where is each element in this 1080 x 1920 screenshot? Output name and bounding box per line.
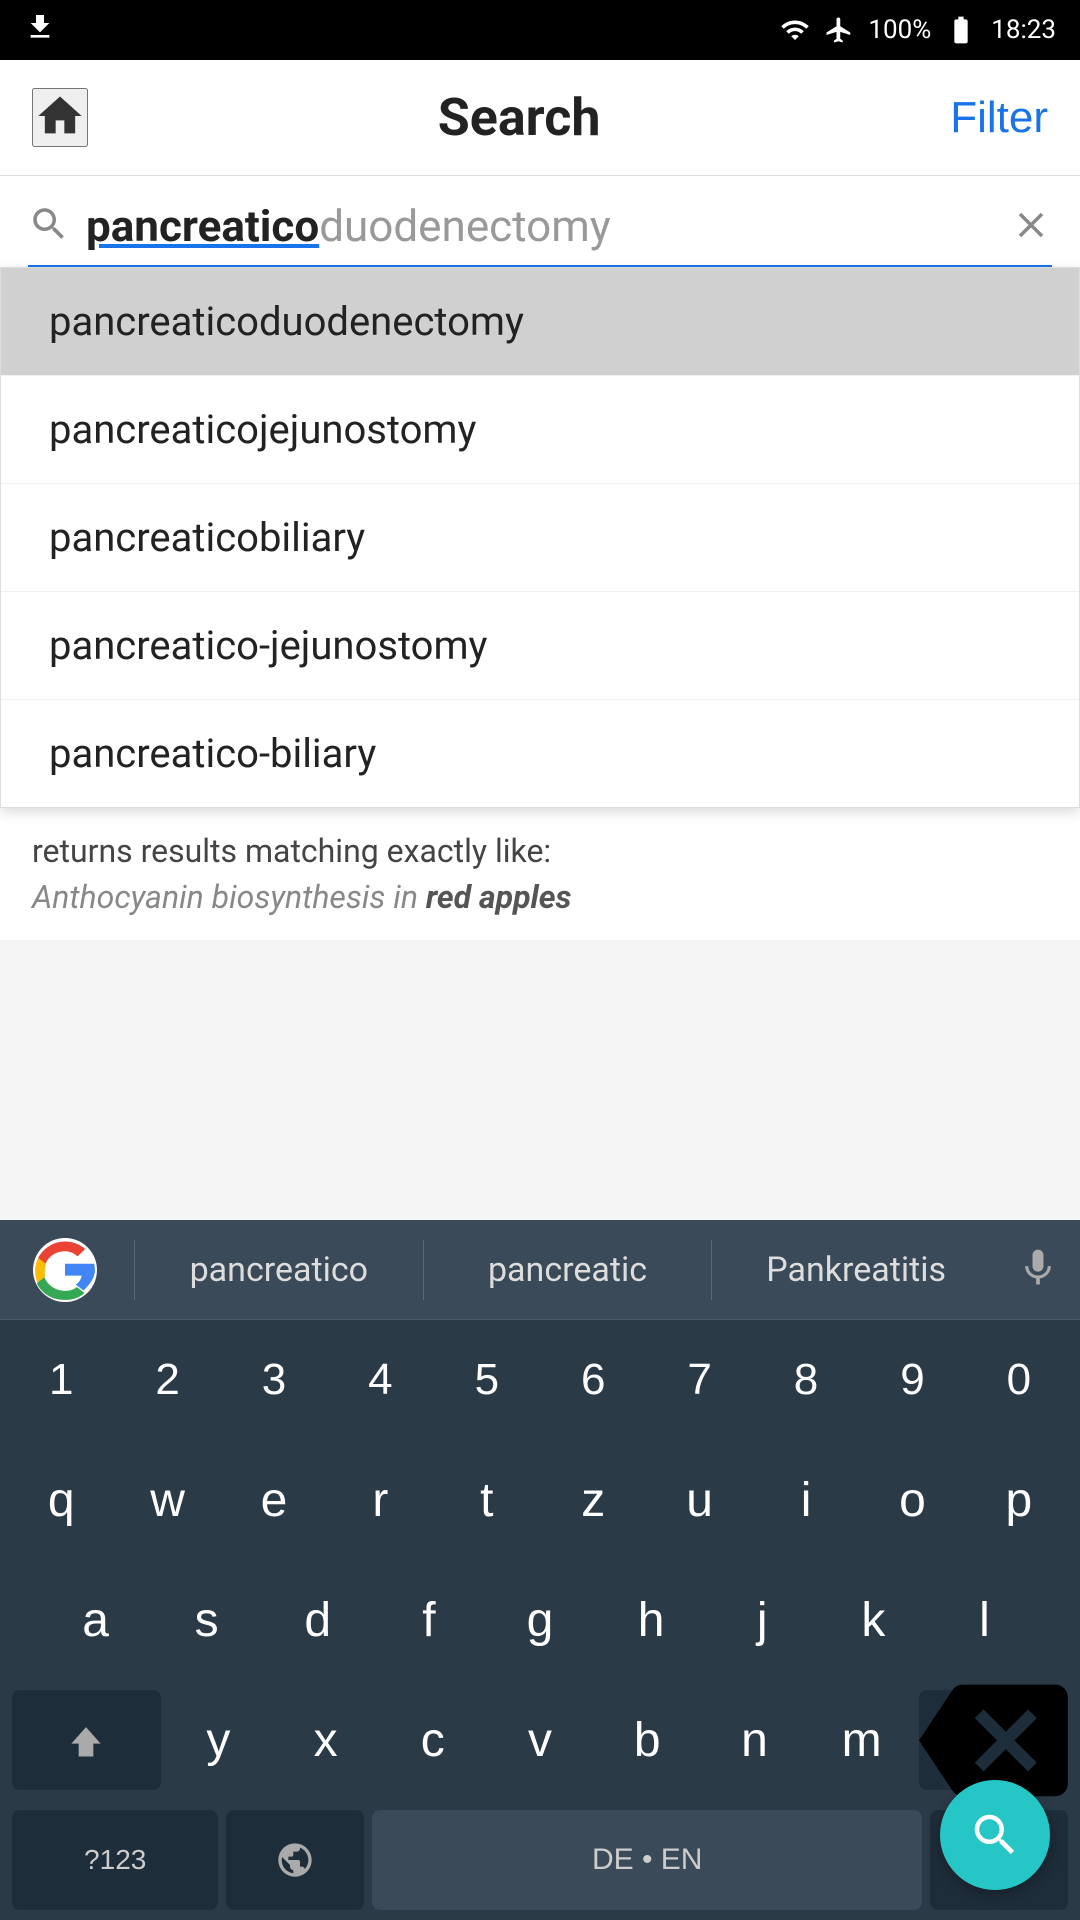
key-f[interactable]: f	[377, 1570, 480, 1670]
autocomplete-item[interactable]: pancreatico-jejunostomy	[1, 592, 1079, 700]
autocomplete-dropdown: pancreaticoduodenectomy pancreaticojejun…	[0, 267, 1080, 808]
battery-text: 100%	[868, 15, 931, 45]
google-logo	[20, 1225, 110, 1315]
suggestion-3[interactable]: Pankreatitis	[716, 1250, 996, 1290]
google-g-icon	[33, 1238, 97, 1302]
exact-match-description: returns results matching exactly like:	[32, 832, 551, 870]
key-5[interactable]: 5	[438, 1330, 536, 1430]
search-fab-icon	[968, 1808, 1022, 1862]
search-area: pancreaticoduodenectomy	[0, 176, 1080, 267]
search-icon-wrap	[28, 203, 70, 249]
home-button[interactable]	[32, 88, 88, 147]
key-u[interactable]: u	[650, 1450, 748, 1550]
page-title: Search	[438, 87, 601, 148]
key-v[interactable]: v	[490, 1690, 589, 1790]
key-9[interactable]: 9	[863, 1330, 961, 1430]
keyboard: pancreatico pancreatic Pankreatitis 1 2 …	[0, 1220, 1080, 1920]
key-m[interactable]: m	[812, 1690, 911, 1790]
search-icon	[28, 203, 70, 245]
suggestion-divider	[423, 1240, 424, 1300]
key-n[interactable]: n	[705, 1690, 804, 1790]
download-icon	[24, 11, 56, 50]
key-w[interactable]: w	[118, 1450, 216, 1550]
keyboard-row-1: q w e r t z u i o p	[0, 1440, 1080, 1560]
status-bar-left	[24, 11, 56, 50]
autocomplete-item[interactable]: pancreaticojejunostomy	[1, 376, 1079, 484]
keyboard-row-2: a s d f g h j k l	[0, 1560, 1080, 1680]
keyboard-row-4: ?123 DE • EN .	[0, 1800, 1080, 1920]
search-placeholder-text: duodenectomy	[319, 200, 610, 252]
key-l[interactable]: l	[933, 1570, 1036, 1670]
airplane-icon	[824, 15, 854, 45]
key-c[interactable]: c	[383, 1690, 482, 1790]
key-a[interactable]: a	[44, 1570, 147, 1670]
key-j[interactable]: j	[711, 1570, 814, 1670]
symbols-key[interactable]: ?123	[12, 1810, 218, 1910]
space-key[interactable]: DE • EN	[372, 1810, 922, 1910]
autocomplete-item[interactable]: pancreaticoduodenectomy	[1, 268, 1079, 376]
key-0[interactable]: 0	[970, 1330, 1068, 1430]
key-8[interactable]: 8	[757, 1330, 855, 1430]
wifi-icon	[780, 15, 810, 45]
key-t[interactable]: t	[438, 1450, 536, 1550]
key-z[interactable]: z	[544, 1450, 642, 1550]
number-row: 1 2 3 4 5 6 7 8 9 0	[0, 1320, 1080, 1440]
key-q[interactable]: q	[12, 1450, 110, 1550]
keyboard-row-3: y x c v b n m	[0, 1680, 1080, 1800]
autocomplete-item[interactable]: pancreaticobiliary	[1, 484, 1079, 592]
key-r[interactable]: r	[331, 1450, 429, 1550]
key-y[interactable]: y	[169, 1690, 268, 1790]
suggestion-divider	[134, 1240, 135, 1300]
key-7[interactable]: 7	[650, 1330, 748, 1430]
key-4[interactable]: 4	[331, 1330, 429, 1430]
key-3[interactable]: 3	[225, 1330, 323, 1430]
battery-icon	[945, 14, 977, 46]
key-2[interactable]: 2	[118, 1330, 216, 1430]
backspace-key[interactable]	[919, 1690, 1068, 1790]
mic-icon[interactable]	[1016, 1246, 1060, 1294]
search-fab-button[interactable]	[940, 1780, 1050, 1890]
keyboard-suggestions-row: pancreatico pancreatic Pankreatitis	[0, 1220, 1080, 1320]
shift-key[interactable]	[12, 1690, 161, 1790]
search-input-display[interactable]: pancreaticoduodenectomy	[86, 200, 994, 253]
key-1[interactable]: 1	[12, 1330, 110, 1430]
key-d[interactable]: d	[266, 1570, 369, 1670]
shift-icon	[64, 1718, 108, 1762]
key-k[interactable]: k	[822, 1570, 925, 1670]
status-bar-right: 100% 18:23	[780, 14, 1056, 46]
key-6[interactable]: 6	[544, 1330, 642, 1430]
autocomplete-item[interactable]: pancreatico-biliary	[1, 700, 1079, 807]
app-header: Search Filter	[0, 60, 1080, 176]
example-normal: Anthocyanin biosynthesis in	[32, 878, 426, 916]
suggestion-2[interactable]: pancreatic	[428, 1250, 708, 1290]
clear-button[interactable]	[1010, 204, 1052, 249]
key-p[interactable]: p	[970, 1450, 1068, 1550]
status-bar: 100% 18:23	[0, 0, 1080, 60]
clear-icon	[1010, 204, 1052, 246]
below-autocomplete: returns results matching exactly like: A…	[0, 808, 1080, 940]
suggestion-divider	[711, 1240, 712, 1300]
key-i[interactable]: i	[757, 1450, 855, 1550]
example-bold: red apples	[426, 878, 572, 916]
key-o[interactable]: o	[863, 1450, 961, 1550]
example-text: Anthocyanin biosynthesis in red apples	[32, 878, 1048, 916]
key-s[interactable]: s	[155, 1570, 258, 1670]
key-g[interactable]: g	[488, 1570, 591, 1670]
search-typed-text: pancreatico	[86, 200, 319, 252]
key-x[interactable]: x	[276, 1690, 375, 1790]
filter-button[interactable]: Filter	[950, 93, 1048, 143]
time-display: 18:23	[991, 15, 1056, 45]
suggestion-1[interactable]: pancreatico	[139, 1250, 419, 1290]
key-e[interactable]: e	[225, 1450, 323, 1550]
globe-key[interactable]	[226, 1810, 364, 1910]
key-b[interactable]: b	[598, 1690, 697, 1790]
globe-icon	[275, 1840, 315, 1880]
key-h[interactable]: h	[600, 1570, 703, 1670]
search-input-row: pancreaticoduodenectomy	[28, 200, 1052, 267]
